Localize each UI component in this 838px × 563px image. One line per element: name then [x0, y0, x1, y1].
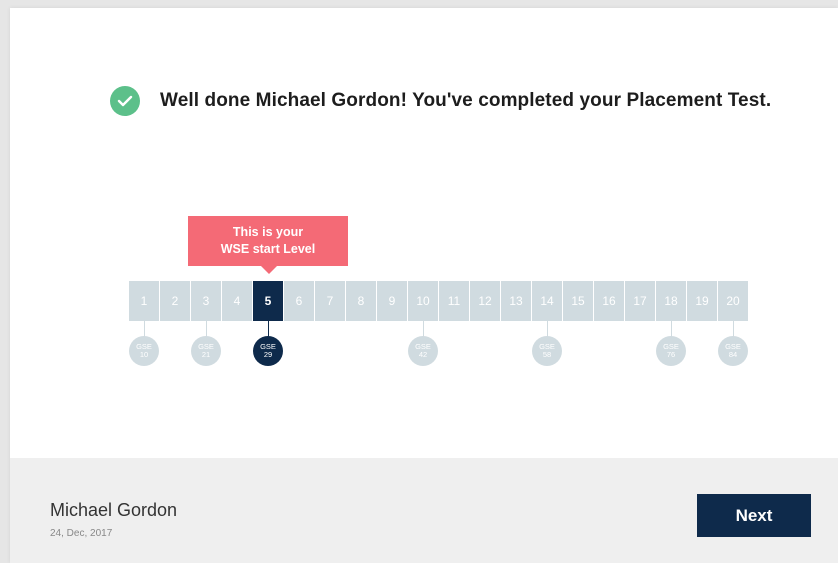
- gse-connector: [671, 321, 672, 337]
- level-segment-14: 14: [532, 281, 562, 321]
- gse-value: 29: [263, 350, 273, 359]
- level-segment-11: 11: [439, 281, 469, 321]
- level-segment-2: 2: [160, 281, 190, 321]
- check-icon: [110, 86, 140, 116]
- gse-connector: [547, 321, 548, 337]
- gse-value: 58: [542, 350, 552, 359]
- gse-marker-58: GSE 58: [532, 336, 562, 366]
- level-segment-8: 8: [346, 281, 376, 321]
- footer-bar: Michael Gordon 24, Dec, 2017 Next: [10, 458, 838, 563]
- next-button[interactable]: Next: [697, 494, 811, 537]
- gse-connector: [733, 321, 734, 337]
- gse-connector: [144, 321, 145, 337]
- completion-header: Well done Michael Gordon! You've complet…: [110, 84, 771, 118]
- level-segment-13: 13: [501, 281, 531, 321]
- callout-line-1: This is your: [232, 225, 304, 239]
- callout-line-2: WSE start Level: [220, 242, 316, 256]
- gse-marker-84: GSE 84: [718, 336, 748, 366]
- level-segment-12: 12: [470, 281, 500, 321]
- level-segment-18: 18: [656, 281, 686, 321]
- gse-value: 42: [418, 350, 428, 359]
- level-segment-16: 16: [594, 281, 624, 321]
- gse-connector: [206, 321, 207, 337]
- gse-value: 84: [728, 350, 738, 359]
- level-segment-9: 9: [377, 281, 407, 321]
- level-segment-17: 17: [625, 281, 655, 321]
- gse-value: 76: [666, 350, 676, 359]
- result-card: Well done Michael Gordon! You've complet…: [10, 8, 838, 563]
- level-segment-3: 3: [191, 281, 221, 321]
- level-segment-20: 20: [718, 281, 748, 321]
- level-segment-6: 6: [284, 281, 314, 321]
- completion-date: 24, Dec, 2017: [50, 528, 113, 539]
- gse-marker-29: GSE 29: [253, 336, 283, 366]
- level-segment-7: 7: [315, 281, 345, 321]
- user-name: Michael Gordon: [50, 500, 178, 520]
- level-segment-1: 1: [129, 281, 159, 321]
- gse-connector: [268, 321, 269, 337]
- level-segment-15: 15: [563, 281, 593, 321]
- level-segment-5: 5: [253, 281, 283, 321]
- gse-marker-42: GSE 42: [408, 336, 438, 366]
- level-segment-4: 4: [222, 281, 252, 321]
- level-track: 1 2 3 4 5 6 7 8 9 10 11 12 13 14 15 16 17 18 19 20: [129, 281, 749, 321]
- gse-value: 10: [139, 350, 149, 359]
- start-level-callout: This is your WSE start Level: [188, 216, 348, 274]
- gse-marker-21: GSE 21: [191, 336, 221, 366]
- gse-marker-10: GSE 10: [129, 336, 159, 366]
- level-segment-10: 10: [408, 281, 438, 321]
- completion-message: Well done Michael Gordon! You've complet…: [160, 90, 772, 111]
- level-segment-19: 19: [687, 281, 717, 321]
- gse-marker-76: GSE 76: [656, 336, 686, 366]
- gse-connector: [423, 321, 424, 337]
- gse-value: 21: [201, 350, 211, 359]
